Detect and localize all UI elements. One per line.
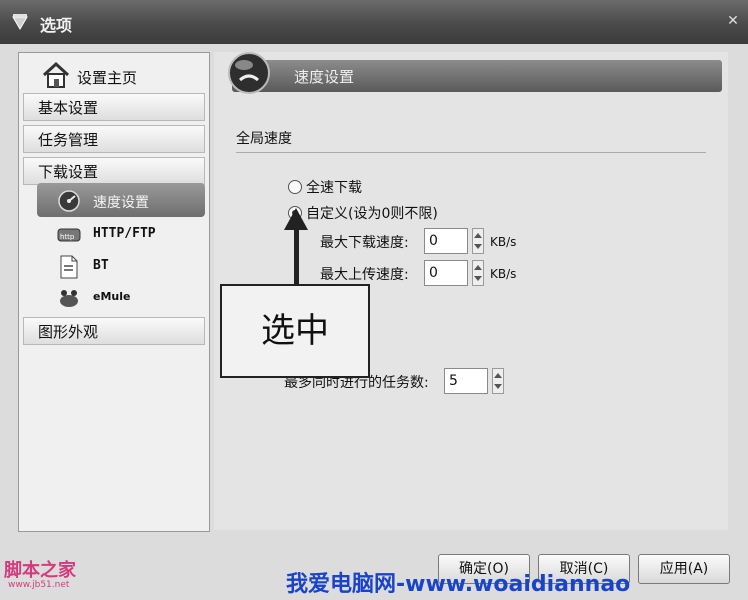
stepper-down-icon[interactable]	[474, 276, 482, 281]
annotation-callout: 选中	[220, 284, 370, 378]
sidebar-item-home-label: 设置主页	[77, 69, 138, 87]
max-tasks-stepper[interactable]	[492, 368, 504, 394]
max-upload-unit: KB/s	[490, 267, 517, 281]
max-tasks-input[interactable]: 5	[444, 368, 488, 394]
home-icon	[42, 61, 70, 88]
custom-speed-label: 自定义(设为0则不限)	[306, 206, 438, 222]
max-upload-stepper[interactable]	[472, 260, 484, 286]
sidebar-subitem-emule-label: eMule	[93, 290, 131, 303]
emule-icon	[60, 290, 78, 307]
sidebar-item-download[interactable]: 下载设置	[23, 157, 205, 185]
max-download-label: 最大下载速度:	[320, 235, 409, 251]
sidebar-item-home[interactable]: 设置主页	[39, 59, 199, 93]
sidebar-subitem-http-ftp[interactable]: http HTTP/FTP	[55, 219, 191, 249]
max-download-unit: KB/s	[490, 235, 517, 249]
full-speed-label: 全速下载	[306, 180, 362, 196]
stepper-down-icon[interactable]	[494, 384, 502, 389]
stepper-down-icon[interactable]	[474, 244, 482, 249]
speed-icon	[58, 190, 80, 212]
watermark-left-url: www.jb51.net	[8, 580, 70, 590]
sidebar-subitem-http-ftp-label: HTTP/FTP	[93, 226, 156, 241]
global-speed-group-label: 全局速度	[236, 131, 292, 147]
http-icon: http	[57, 228, 81, 242]
stepper-up-icon[interactable]	[494, 373, 502, 378]
bt-icon	[60, 255, 78, 279]
annotation-arrow-shaft	[294, 226, 299, 284]
window-title: 选项	[40, 16, 73, 35]
svg-text:http: http	[60, 233, 75, 241]
title-bar: 选项 ✕	[0, 0, 748, 44]
app-icon	[12, 14, 28, 30]
group-divider	[236, 152, 706, 153]
sidebar-item-task-management[interactable]: 任务管理	[23, 125, 205, 153]
sidebar-nav: 设置主页 基本设置 任务管理 下载设置 速度设置 http HTTP/FTP B…	[18, 52, 210, 532]
max-download-input[interactable]: 0	[424, 228, 468, 254]
sidebar-subitem-bt-label: BT	[93, 258, 109, 273]
options-dialog: 选项 ✕ 设置主页 基本设置 任务管理 下载设置 速度设置 http HTTP/…	[0, 0, 748, 600]
stepper-up-icon[interactable]	[474, 233, 482, 238]
sidebar-subitem-bt[interactable]: BT	[55, 251, 191, 281]
watermark-bottom: 我爱电脑网-www.woaidiannao	[286, 572, 631, 597]
speed-settings-icon	[228, 52, 270, 94]
section-header: 速度设置	[228, 52, 722, 94]
stepper-up-icon[interactable]	[474, 265, 482, 270]
close-icon[interactable]: ✕	[724, 12, 742, 30]
full-speed-radio[interactable]	[288, 180, 302, 194]
sidebar-item-appearance[interactable]: 图形外观	[23, 317, 205, 345]
watermark-left: 脚本之家	[4, 560, 76, 581]
max-download-stepper[interactable]	[472, 228, 484, 254]
sidebar-subitem-emule[interactable]: eMule	[55, 283, 191, 313]
section-header-title: 速度设置	[294, 68, 355, 86]
apply-button[interactable]: 应用(A)	[638, 554, 730, 584]
sidebar-item-basic[interactable]: 基本设置	[23, 93, 205, 121]
sidebar-subitem-speed[interactable]: 速度设置	[55, 185, 191, 215]
sidebar-subitem-speed-label: 速度设置	[93, 195, 149, 211]
max-upload-label: 最大上传速度:	[320, 267, 409, 283]
max-upload-input[interactable]: 0	[424, 260, 468, 286]
